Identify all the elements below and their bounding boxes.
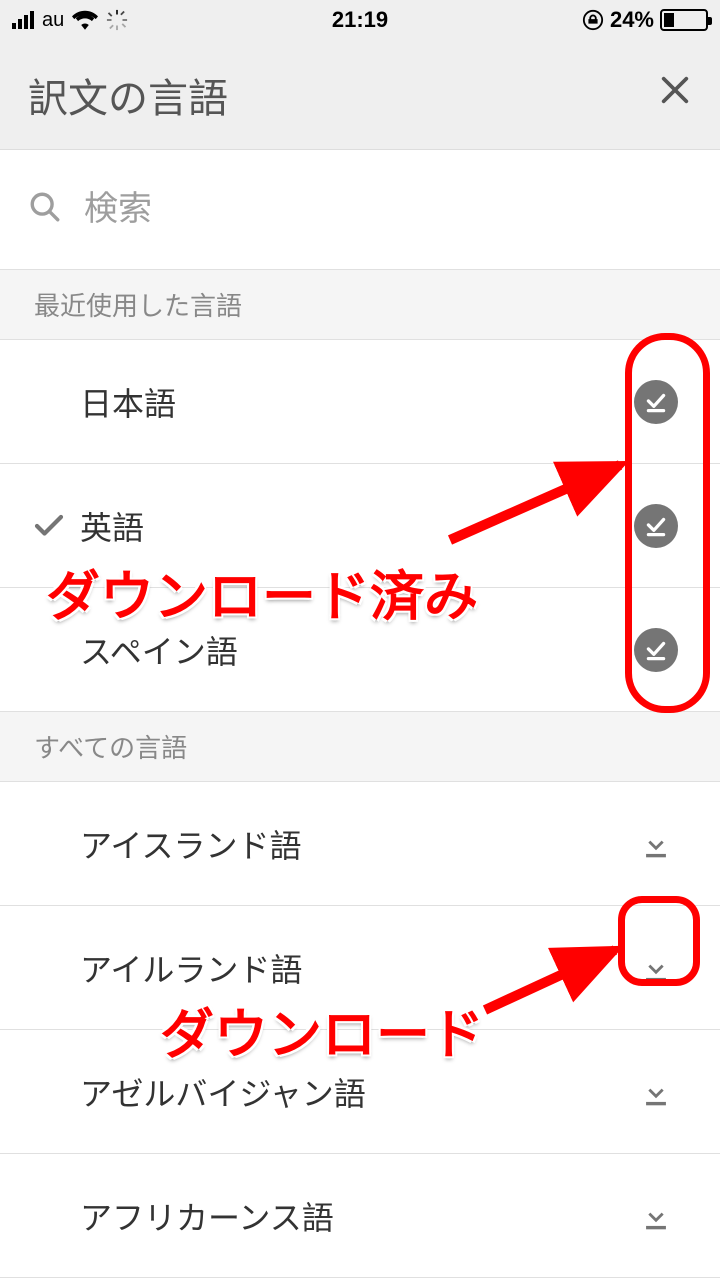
language-row-icelandic[interactable]: アイスランド語 (0, 782, 720, 906)
download-icon (639, 1075, 673, 1109)
download-button[interactable] (626, 1199, 686, 1233)
download-button[interactable] (626, 827, 686, 861)
language-name: 英語 (80, 503, 626, 549)
language-row-english[interactable]: 英語 (0, 464, 720, 588)
language-name: スペイン語 (80, 627, 626, 673)
search-row[interactable] (0, 150, 720, 270)
language-row-azerbaijani[interactable]: アゼルバイジャン語 (0, 1030, 720, 1154)
language-row-spanish[interactable]: スペイン語 (0, 588, 720, 712)
close-icon (658, 73, 692, 107)
language-name: アフリカーンス語 (80, 1193, 626, 1239)
annotation-oval-downloaded (625, 333, 710, 713)
language-name: アイスランド語 (80, 821, 626, 867)
language-name: アイルランド語 (80, 945, 626, 991)
selected-check-icon (18, 508, 80, 544)
language-row-japanese[interactable]: 日本語 (0, 340, 720, 464)
close-button[interactable] (644, 72, 692, 117)
section-header-recent: 最近使用した言語 (0, 270, 720, 340)
page-title: 訳文の言語 (28, 66, 644, 124)
battery-icon (660, 9, 708, 31)
loading-spinner-icon (106, 9, 128, 31)
language-name: 日本語 (80, 379, 626, 425)
page-header: 訳文の言語 (0, 40, 720, 150)
download-icon (639, 827, 673, 861)
carrier-label: au (42, 9, 64, 32)
search-input[interactable] (84, 190, 692, 229)
download-icon (639, 1199, 673, 1233)
battery-percent: 24% (610, 7, 654, 33)
cell-signal-icon (12, 11, 34, 29)
clock: 21:19 (244, 7, 476, 33)
download-button[interactable] (626, 1075, 686, 1109)
annotation-oval-download (618, 896, 700, 986)
rotation-lock-icon (582, 9, 604, 31)
section-header-all: すべての言語 (0, 712, 720, 782)
status-bar: au 21:19 24% (0, 0, 720, 40)
wifi-icon (72, 10, 98, 30)
language-row-irish[interactable]: アイルランド語 (0, 906, 720, 1030)
search-icon (28, 190, 62, 229)
language-row-afrikaans[interactable]: アフリカーンス語 (0, 1154, 720, 1278)
language-name: アゼルバイジャン語 (80, 1069, 626, 1115)
